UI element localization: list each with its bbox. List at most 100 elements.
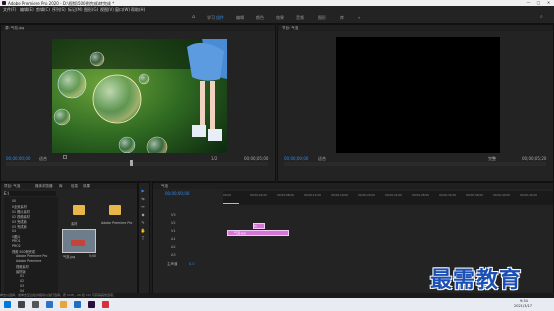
premiere-taskbar-icon[interactable] [88,301,95,308]
tree-item[interactable]: PRO1 [12,239,21,243]
timeline-clip-v1[interactable]: 气泡.jpg [227,230,289,236]
tree-item[interactable]: Adobe Premiere Pro [16,254,47,258]
track-select-tool-icon[interactable]: ⇆ [140,196,146,202]
tab-media-browser[interactable]: 媒体浏览器 [35,184,53,189]
tree-item[interactable]: Adobe Premiere [16,259,41,263]
search-icon[interactable]: ⌕ [540,14,543,20]
track-label: V1 [171,229,176,233]
track-v1: V1 [153,229,208,236]
task-view-icon[interactable] [32,301,39,308]
program-duration: 00;00;05;20 [522,156,547,161]
tab-sequence[interactable]: 气泡 [161,184,168,189]
track-label: A3 [171,253,176,257]
program-scrub-bar[interactable] [284,162,546,166]
track-label: A1 [171,237,176,241]
workspace-tab-audio[interactable]: 音频 [296,15,304,21]
type-tool-icon[interactable]: T [140,236,146,242]
program-video-frame [336,37,500,153]
clip-thumbnail[interactable] [62,229,96,253]
time-ruler[interactable]: 00;00 00;00;04;00 00;00;08;00 00;00;12;00 00… [223,191,553,205]
file-explorer-icon[interactable] [60,301,67,308]
track-a1: A1 [153,237,208,244]
ruler-tick-label: 00;00;12;00 [304,193,322,197]
source-resolution-select[interactable]: 1/2 [211,156,217,161]
workspace-tab-libraries[interactable]: 库 [340,15,344,21]
track-a2: A2 [153,245,208,252]
app-taskbar-icon[interactable] [102,301,109,308]
status-message: 单击以选择，或单击空白处并拖动以进行选择。按 Shift、Alt 和 Ctrl … [0,293,117,297]
program-monitor-panel: 节目: 气泡 00;00;00;00 适合 完整 00;00;05;20 { }… [277,24,554,201]
clip-label: fx [254,224,257,228]
track-master: 主声道 0.0 [153,262,208,269]
timeline-clip-v2[interactable]: fx [253,223,265,229]
source-playhead[interactable] [130,160,133,166]
ruler-tick-label: 00;00;44;00 [520,193,538,197]
tree-item[interactable]: PRO2 [12,244,21,248]
hand-tool-icon[interactable]: ✋ [140,228,146,234]
program-timecode[interactable]: 00;00;00;00 [284,156,308,161]
pen-tool-icon[interactable]: ✎ [140,220,146,226]
ruler-tick-label: 00;00;16;00 [331,193,349,197]
track-v3: V3 [153,213,208,220]
source-video-frame [52,39,227,153]
timeline-header: 气泡 [153,183,553,189]
tab-libraries[interactable]: 库 [59,184,63,189]
clock-date[interactable]: 2021/3/17 [514,304,532,308]
home-icon[interactable]: ⌂ [192,14,195,20]
workspace-tab-assembly[interactable]: 组件 [216,15,224,21]
search-taskbar-icon[interactable] [18,301,25,308]
workspace-more-chevron[interactable]: » [358,15,360,20]
ruler-tick-label: 00;00;36;00 [466,193,484,197]
tree-item[interactable]: 02 [20,279,24,283]
track-label: V2 [171,221,176,225]
selection-tool-icon[interactable]: ▶ [140,188,146,194]
workspace-tab-learn[interactable]: 学习 [207,15,215,21]
workspace-bar: ⌂ 学习 组件 编辑 颜色 效果 音频 图形 库 » ⌕ [0,13,554,24]
ruler-tick-label: 00;00;08;00 [277,193,295,197]
ruler-tick-label: 00;00;28;00 [412,193,430,197]
source-monitor-panel: 源: 气泡.jpg 00;00;00;00 适合 1/2 00;00;05;00 [0,24,276,201]
work-area-bar[interactable] [223,203,239,204]
ruler-tick-label: 00;00;04;00 [250,193,268,197]
track-a3: A3 [153,253,208,260]
workspace-tab-color[interactable]: 颜色 [256,15,264,21]
folder-icon[interactable] [73,205,85,215]
windows-start-icon[interactable] [4,301,11,308]
tab-source[interactable]: 源: 气泡.jpg [5,26,24,31]
track-label: 主声道 [167,262,178,266]
razor-tool-icon[interactable]: ◆ [140,212,146,218]
timeline-timecode[interactable]: 00;00;00;00 [165,191,189,196]
premiere-app-icon [2,1,6,5]
program-monitor-header: 节目: 气泡 [278,25,553,31]
tree-item[interactable]: 03 [20,284,24,288]
source-duration: 00;00;05;00 [244,156,269,161]
project-panel: 项目: 气泡 媒体浏览器 库 信息 效果 E:\ 00 0全景素材 01 照片素… [0,182,138,296]
settings-wrench-icon[interactable] [63,155,67,159]
workspace-tab-graphics[interactable]: 图形 [318,15,326,21]
master-volume[interactable]: 0.0 [189,262,195,266]
track-v2: V2 [153,221,208,228]
source-scrub-bar[interactable] [6,162,268,166]
tree-item[interactable]: 04 [12,229,16,233]
ripple-edit-tool-icon[interactable]: ↔ [140,204,146,210]
tab-effects[interactable]: 效果 [83,184,90,189]
tab-project[interactable]: 项目: 气泡 [4,184,20,189]
drive-select[interactable]: E:\ [4,191,56,196]
bubbles-image [52,39,227,153]
project-item-label: Adobe Premiere Pro [101,221,133,225]
workspace-tab-editing[interactable]: 编辑 [236,15,244,21]
edge-browser-icon[interactable] [46,301,53,308]
source-timecode[interactable]: 00;00;00;00 [6,156,30,161]
source-monitor-header: 源: 气泡.jpg [1,25,275,31]
ruler-tick-label: 00;00;20;00 [358,193,376,197]
ruler-tick-label: 00;00;32;00 [439,193,457,197]
tree-item[interactable]: 00 [12,199,16,203]
tab-info[interactable]: 信息 [71,184,78,189]
workspace-tab-effects[interactable]: 效果 [276,15,284,21]
tree-item[interactable]: 01 [20,274,24,278]
clock-time[interactable]: 9:34 [520,299,528,303]
folder-icon[interactable] [109,205,121,215]
watermark-logo: 最需教育 [430,267,523,293]
store-icon[interactable] [74,301,81,308]
tab-program[interactable]: 节目: 气泡 [282,26,298,31]
